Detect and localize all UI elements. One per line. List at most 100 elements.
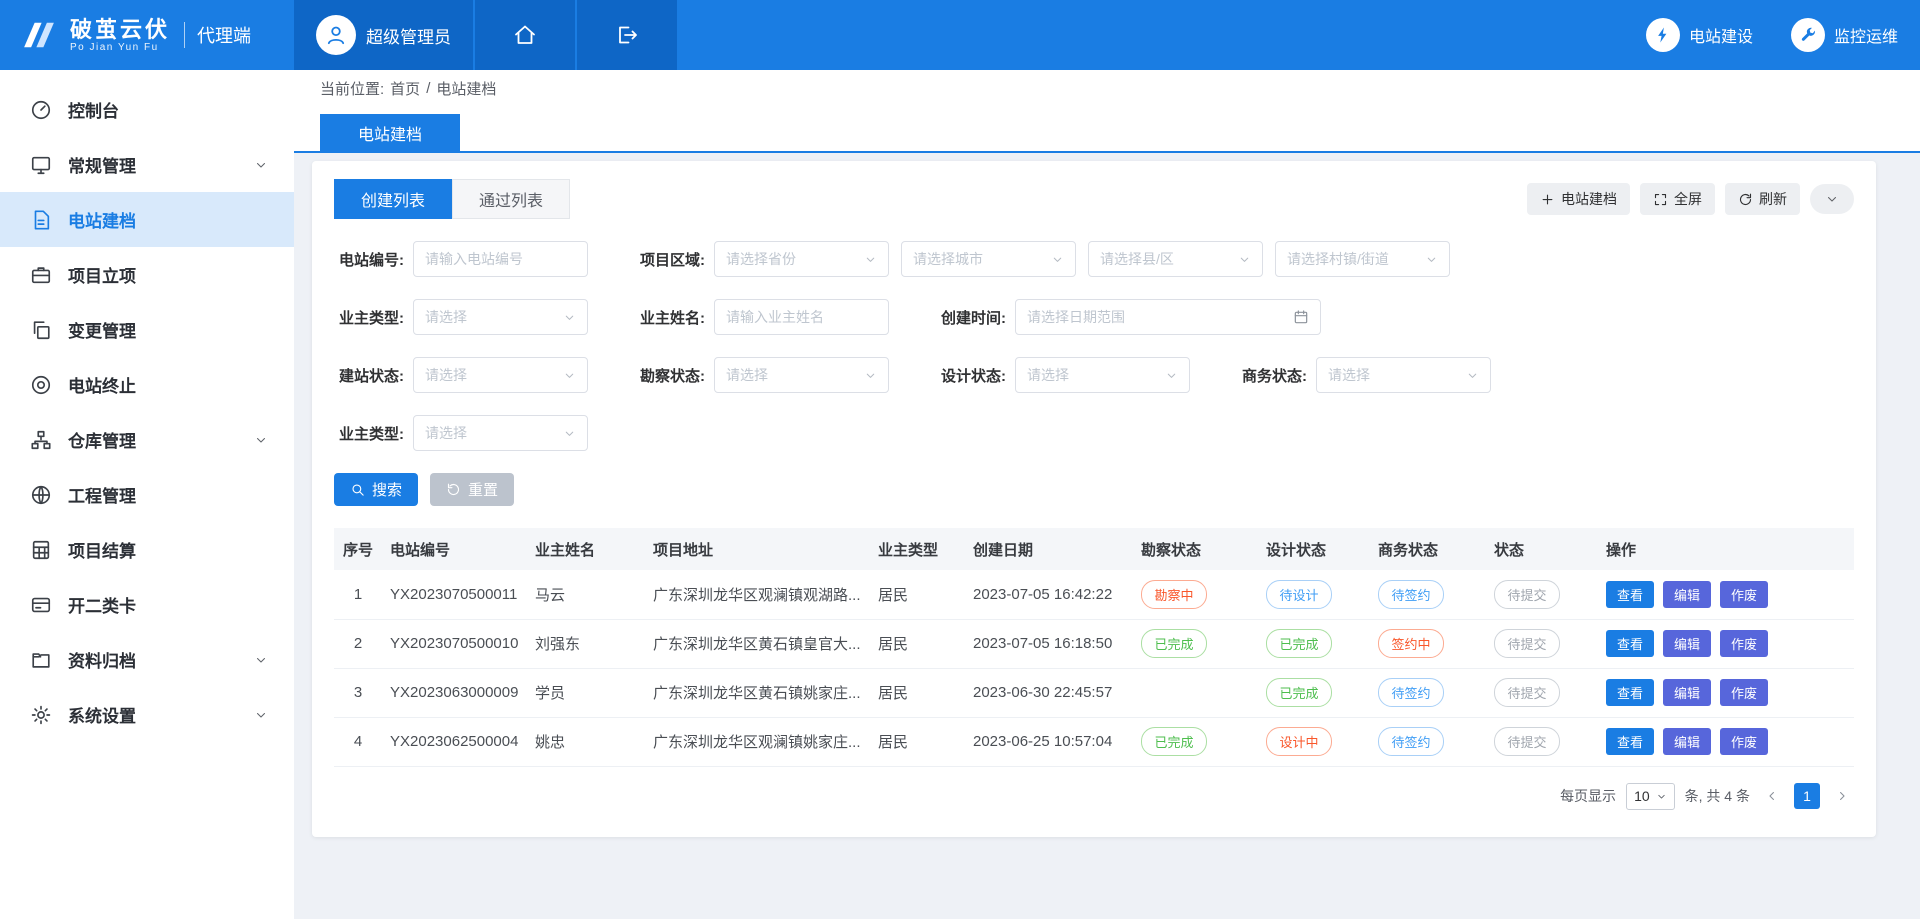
owner-type-select[interactable]: 请选择 bbox=[413, 299, 588, 335]
content-area: 创建列表通过列表 电站建档全屏刷新 电站编号:项目区域:请选择省份请选择城市请选… bbox=[294, 153, 1920, 919]
district-select[interactable]: 请选择县/区 bbox=[1088, 241, 1263, 277]
cell-submit-status: 待提交 bbox=[1486, 619, 1598, 668]
station-code-input[interactable] bbox=[413, 241, 588, 277]
business-status-select[interactable]: 请选择 bbox=[1316, 357, 1491, 393]
refresh-button[interactable]: 刷新 bbox=[1725, 183, 1800, 215]
design-status-badge: 已完成 bbox=[1266, 678, 1332, 707]
per-page-select[interactable]: 10 bbox=[1626, 783, 1675, 810]
survey-status-select[interactable]: 请选择 bbox=[714, 357, 889, 393]
submit-status-badge: 待提交 bbox=[1494, 580, 1560, 609]
sidebar-item-label: 控制台 bbox=[68, 97, 268, 122]
survey-status-badge: 已完成 bbox=[1141, 629, 1207, 658]
cell-actions: 查看编辑作废 bbox=[1598, 570, 1854, 619]
sidebar-item-project-settlement[interactable]: 项目结算 bbox=[0, 522, 294, 577]
search-button[interactable]: 搜索 bbox=[334, 473, 418, 506]
column-header: 业主姓名 bbox=[527, 528, 645, 570]
district-field: 请选择县/区 bbox=[1088, 241, 1263, 277]
cell-actions: 查看编辑作废 bbox=[1598, 717, 1854, 766]
logout-button[interactable] bbox=[577, 0, 677, 70]
view-button[interactable]: 查看 bbox=[1606, 679, 1654, 706]
sidebar-item-project-initiation[interactable]: 项目立项 bbox=[0, 247, 294, 302]
filter-label: 勘察状态: bbox=[635, 365, 705, 386]
sidebar-item-data-archive[interactable]: 资料归档 bbox=[0, 632, 294, 687]
sidebar-item-general-management[interactable]: 常规管理 bbox=[0, 137, 294, 192]
build-status-select[interactable]: 请选择 bbox=[413, 357, 588, 393]
view-button[interactable]: 查看 bbox=[1606, 630, 1654, 657]
fullscreen-button[interactable]: 全屏 bbox=[1640, 183, 1715, 215]
sidebar-item-change-management[interactable]: 变更管理 bbox=[0, 302, 294, 357]
collapse-toolbar-button[interactable] bbox=[1810, 184, 1854, 214]
view-button[interactable]: 查看 bbox=[1606, 581, 1654, 608]
void-button[interactable]: 作废 bbox=[1720, 630, 1768, 657]
chevron-down-icon bbox=[1425, 253, 1438, 266]
wrench-icon bbox=[1791, 18, 1825, 52]
archive-icon bbox=[30, 649, 52, 671]
void-button[interactable]: 作废 bbox=[1720, 581, 1768, 608]
chevron-down-icon bbox=[1825, 192, 1839, 206]
calendar-icon bbox=[1293, 309, 1309, 325]
view-button[interactable]: 查看 bbox=[1606, 728, 1654, 755]
cell-business-status: 待签约 bbox=[1370, 570, 1486, 619]
sidebar-item-label: 开二类卡 bbox=[68, 592, 268, 617]
user-menu[interactable]: 超级管理员 bbox=[294, 0, 473, 70]
reset-button[interactable]: 重置 bbox=[430, 473, 514, 506]
created-time-field: 创建时间:请选择日期范围 bbox=[936, 299, 1321, 335]
create-station-button[interactable]: 电站建档 bbox=[1527, 183, 1630, 215]
station-build-action[interactable]: 电站建设 bbox=[1646, 18, 1753, 52]
logo-title: 破茧云伏 bbox=[70, 17, 170, 42]
void-button[interactable]: 作废 bbox=[1720, 728, 1768, 755]
portal-label: 代理端 bbox=[184, 22, 251, 48]
table-row: 3YX2023063000009学员广东深圳龙华区黄石镇姚家庄...居民2023… bbox=[334, 668, 1854, 717]
chevron-right-icon bbox=[1835, 789, 1849, 803]
edit-button[interactable]: 编辑 bbox=[1663, 630, 1711, 657]
sidebar-item-warehouse-management[interactable]: 仓库管理 bbox=[0, 412, 294, 467]
tab-pass-list[interactable]: 通过列表 bbox=[452, 179, 570, 219]
sidebar-item-label: 系统设置 bbox=[68, 702, 254, 727]
sidebar-item-label: 电站建档 bbox=[68, 207, 268, 232]
cell-address: 广东深圳龙华区黄石镇姚家庄... bbox=[645, 668, 870, 717]
edit-button[interactable]: 编辑 bbox=[1663, 728, 1711, 755]
edit-button[interactable]: 编辑 bbox=[1663, 679, 1711, 706]
logo-icon bbox=[18, 14, 60, 56]
monitor-ops-action[interactable]: 监控运维 bbox=[1791, 18, 1898, 52]
sidebar-item-station-termination[interactable]: 电站终止 bbox=[0, 357, 294, 412]
chevron-left-icon bbox=[1765, 789, 1779, 803]
city-select[interactable]: 请选择城市 bbox=[901, 241, 1076, 277]
refresh-icon bbox=[1738, 192, 1753, 207]
sidebar-item-console[interactable]: 控制台 bbox=[0, 82, 294, 137]
village-select[interactable]: 请选择村镇/街道 bbox=[1275, 241, 1450, 277]
design-status-select[interactable]: 请选择 bbox=[1015, 357, 1190, 393]
owner-name-input[interactable] bbox=[714, 299, 889, 335]
per-page-value: 10 bbox=[1634, 788, 1650, 804]
breadcrumb-home-link[interactable]: 首页 bbox=[390, 78, 420, 99]
cell-survey-status bbox=[1133, 668, 1258, 717]
design-status-badge: 已完成 bbox=[1266, 629, 1332, 658]
page-tab-station-archive[interactable]: 电站建档 bbox=[320, 114, 460, 151]
reset-icon bbox=[446, 482, 461, 497]
card-icon bbox=[30, 594, 52, 616]
header-action-label: 监控运维 bbox=[1834, 23, 1898, 47]
column-header: 设计状态 bbox=[1258, 528, 1370, 570]
sidebar-item-system-settings[interactable]: 系统设置 bbox=[0, 687, 294, 742]
tab-create-list[interactable]: 创建列表 bbox=[334, 179, 452, 219]
sidebar-item-type2-card[interactable]: 开二类卡 bbox=[0, 577, 294, 632]
created-time-input[interactable]: 请选择日期范围 bbox=[1015, 299, 1321, 335]
home-button[interactable] bbox=[475, 0, 575, 70]
void-button[interactable]: 作废 bbox=[1720, 679, 1768, 706]
chevron-down-icon bbox=[563, 311, 576, 324]
owner-type-2-field: 业主类型:请选择 bbox=[334, 415, 588, 451]
province-select[interactable]: 请选择省份 bbox=[714, 241, 889, 277]
sidebar-item-station-archive[interactable]: 电站建档 bbox=[0, 192, 294, 247]
sidebar-item-label: 仓库管理 bbox=[68, 427, 254, 452]
owner-type-2-select[interactable]: 请选择 bbox=[413, 415, 588, 451]
sidebar-item-label: 电站终止 bbox=[68, 372, 268, 397]
filter-label: 业主类型: bbox=[334, 307, 404, 328]
page-1-button[interactable]: 1 bbox=[1794, 783, 1820, 809]
column-header: 业主类型 bbox=[870, 528, 965, 570]
page-tab-bar: 电站建档 bbox=[294, 106, 1920, 153]
next-page-button[interactable] bbox=[1830, 784, 1854, 808]
sidebar-item-engineering-management[interactable]: 工程管理 bbox=[0, 467, 294, 522]
filter-form: 电站编号:项目区域:请选择省份请选择城市请选择县/区请选择村镇/街道业主类型:请… bbox=[334, 241, 1854, 451]
edit-button[interactable]: 编辑 bbox=[1663, 581, 1711, 608]
prev-page-button[interactable] bbox=[1760, 784, 1784, 808]
